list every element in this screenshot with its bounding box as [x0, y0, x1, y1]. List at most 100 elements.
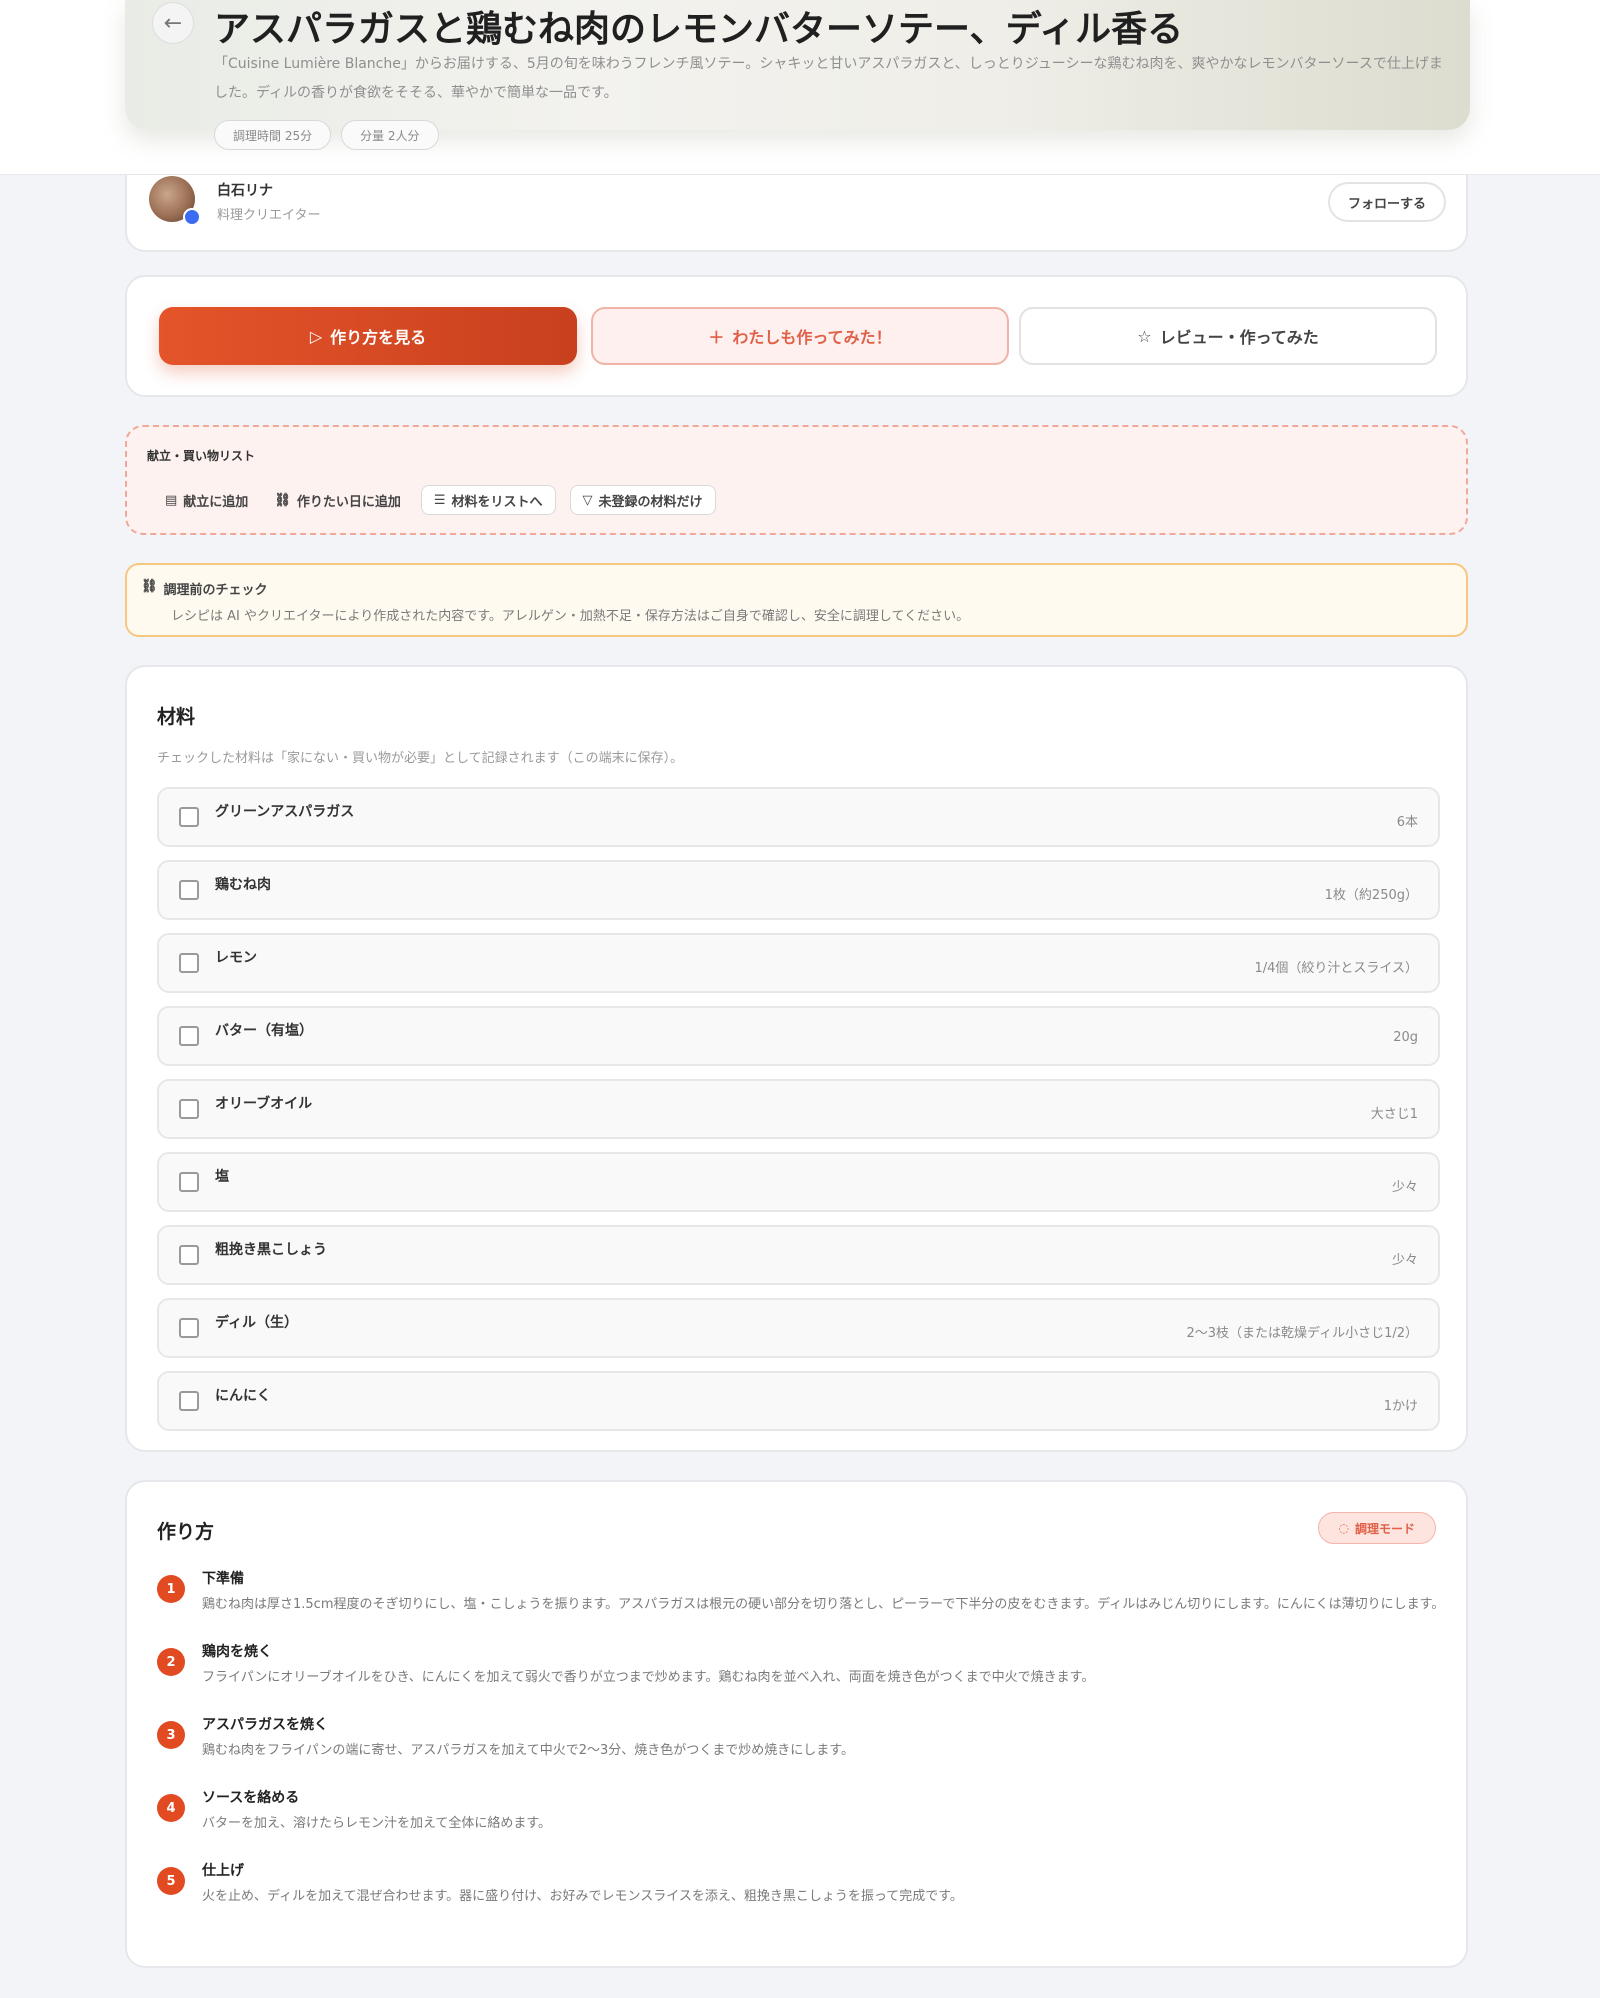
- view-steps-button[interactable]: ▷ 作り方を見る: [159, 307, 577, 365]
- pre-cook-check-text: レシピは AI やクリエイターにより作成された内容です。アレルゲン・加熱不足・保…: [171, 609, 970, 624]
- ingredient-checkbox[interactable]: [179, 1245, 199, 1265]
- servings-chip: 分量 2人分: [341, 120, 439, 150]
- add-to-shopping-list-label: 材料をリストへ: [451, 494, 543, 510]
- calendar-icon: ▤: [165, 492, 178, 508]
- back-button[interactable]: ←: [152, 2, 194, 44]
- ingredient-row[interactable]: 粗挽き黒こしょう 少々: [157, 1225, 1440, 1285]
- cook-mode-button[interactable]: ◌ 調理モード: [1317, 1512, 1436, 1544]
- link-icon: ⛓: [274, 492, 291, 508]
- ingredient-row[interactable]: ディル（生） 2〜3枝（または乾燥ディル小さじ1/2）: [157, 1298, 1440, 1358]
- step-title: 下準備: [202, 1571, 244, 1587]
- ingredients-card: 材料 チェックした材料は「家にない・買い物が必要」として記録されます（この端末に…: [125, 665, 1468, 1452]
- meal-plan-title: 献立・買い物リスト: [147, 449, 256, 463]
- step-item: 1 下準備 鶏むね肉は厚さ1.5cm程度のそぎ切りにし、塩・こしょうを振ります。…: [157, 1567, 1447, 1619]
- ingredient-row[interactable]: オリーブオイル 大さじ1: [157, 1079, 1440, 1139]
- play-icon: ▷: [309, 326, 323, 346]
- actions-card: ▷ 作り方を見る ＋ わたしも作ってみた！ ☆ レビュー・作ってみた: [125, 275, 1468, 397]
- meal-plan-actions: ▤ 献立に追加 ⛓ 作りたい日に追加 ☰ 材料をリストへ ▽ 未登録の材料だけ: [159, 485, 716, 515]
- recipe-description: 「Cuisine Lumière Blanche」からお届けする、5月の旬を味わ…: [214, 56, 1443, 101]
- step-item: 4 ソースを絡める バターを加え、溶けたらレモン汁を加えて全体に絡めます。: [157, 1786, 1447, 1838]
- ingredient-checkbox[interactable]: [179, 1318, 199, 1338]
- filter-unregistered-button[interactable]: ▽ 未登録の材料だけ: [569, 485, 716, 515]
- pre-cook-check-box: ⛓ 調理前のチェック レシピは AI やクリエイターにより作成された内容です。ア…: [125, 563, 1468, 637]
- ingredients-list: グリーンアスパラガス 6本 鶏むね肉 1枚（約250g） レモン 1/4個（絞り…: [157, 787, 1440, 1444]
- ingredient-quantity: 1/4個（絞り汁とスライス）: [1254, 961, 1418, 976]
- ingredient-name: ディル（生）: [215, 1315, 299, 1331]
- ingredient-row[interactable]: にんにく 1かけ: [157, 1371, 1440, 1431]
- ingredient-name: にんにく: [215, 1388, 271, 1404]
- ingredient-name: 鶏むね肉: [215, 877, 271, 893]
- ingredients-title: 材料: [157, 706, 196, 728]
- step-item: 3 アスパラガスを焼く 鶏むね肉をフライパンの端に寄せ、アスパラガスを加えて中火…: [157, 1713, 1447, 1765]
- step-number: 1: [157, 1575, 185, 1603]
- meal-plan-box: 献立・買い物リスト ▤ 献立に追加 ⛓ 作りたい日に追加 ☰ 材料をリストへ ▽…: [125, 425, 1468, 535]
- step-text: フライパンにオリーブオイルをひき、にんにくを加えて弱火で香りが立つまで炒めます。…: [202, 1670, 1095, 1685]
- ingredient-checkbox[interactable]: [179, 1391, 199, 1411]
- ingredient-quantity: 1枚（約250g）: [1324, 888, 1418, 903]
- add-to-plan-button[interactable]: ▤ 献立に追加: [159, 485, 254, 515]
- list-icon: ☰: [433, 492, 446, 508]
- filter-icon: ▽: [582, 492, 593, 508]
- ingredient-quantity: 大さじ1: [1370, 1107, 1418, 1122]
- steps-card: 作り方 ◌ 調理モード 1 下準備 鶏むね肉は厚さ1.5cm程度のそぎ切りにし、…: [125, 1480, 1468, 1968]
- ingredient-name: 粗挽き黒こしょう: [215, 1242, 327, 1258]
- ingredient-row[interactable]: レモン 1/4個（絞り汁とスライス）: [157, 933, 1440, 993]
- add-to-date-button[interactable]: ⛓ 作りたい日に追加: [268, 485, 407, 515]
- ingredient-name: レモン: [215, 950, 257, 966]
- view-steps-label: 作り方を見る: [330, 328, 427, 347]
- arrow-left-icon: ←: [163, 10, 183, 36]
- ingredient-checkbox[interactable]: [179, 1026, 199, 1046]
- ingredient-name: 塩: [215, 1169, 229, 1185]
- steps-list: 1 下準備 鶏むね肉は厚さ1.5cm程度のそぎ切りにし、塩・こしょうを振ります。…: [157, 1567, 1447, 1932]
- filter-unregistered-label: 未登録の材料だけ: [598, 494, 703, 510]
- review-button[interactable]: ☆ レビュー・作ってみた: [1019, 307, 1437, 365]
- ingredient-checkbox[interactable]: [179, 953, 199, 973]
- sticky-header: ← アスパラガスと鶏むね肉のレモンバターソテー、ディル香る 「Cuisine L…: [0, 0, 1600, 175]
- ingredient-quantity: 20g: [1393, 1030, 1418, 1045]
- add-to-shopping-list-button[interactable]: ☰ 材料をリストへ: [420, 485, 556, 515]
- follow-button[interactable]: フォローする: [1327, 182, 1446, 222]
- ingredient-name: オリーブオイル: [215, 1096, 313, 1112]
- steps-title: 作り方: [157, 1521, 215, 1543]
- ingredient-quantity: 2〜3枝（または乾燥ディル小さじ1/2）: [1186, 1326, 1418, 1341]
- pre-cook-check-title-text: 調理前のチェック: [163, 583, 268, 598]
- ingredient-row[interactable]: グリーンアスパラガス 6本: [157, 787, 1440, 847]
- cook-time-chip: 調理時間 25分: [214, 120, 332, 150]
- pre-cook-check-title: ⛓ 調理前のチェック: [141, 579, 268, 598]
- verified-badge-icon: [183, 208, 201, 226]
- recipe-meta-chips: 調理時間 25分 分量 2人分: [214, 120, 439, 150]
- ingredient-row[interactable]: バター（有塩） 20g: [157, 1006, 1440, 1066]
- headset-icon: ◌: [1338, 1521, 1349, 1535]
- ingredient-checkbox[interactable]: [179, 807, 199, 827]
- ingredient-row[interactable]: 鶏むね肉 1枚（約250g）: [157, 860, 1440, 920]
- i-made-it-label: わたしも作ってみた！: [732, 328, 892, 347]
- step-item: 2 鶏肉を焼く フライパンにオリーブオイルをひき、にんにくを加えて弱火で香りが立…: [157, 1640, 1447, 1692]
- step-title: 仕上げ: [202, 1863, 244, 1879]
- page-title: アスパラガスと鶏むね肉のレモンバターソテー、ディル香る: [214, 9, 1184, 50]
- star-icon: ☆: [1137, 326, 1152, 346]
- ingredient-quantity: 1かけ: [1383, 1399, 1418, 1414]
- step-text: バターを加え、溶けたらレモン汁を加えて全体に絡めます。: [202, 1816, 552, 1831]
- step-text: 鶏むね肉をフライパンの端に寄せ、アスパラガスを加えて中火で2〜3分、焼き色がつく…: [202, 1743, 854, 1758]
- step-number: 2: [157, 1648, 185, 1676]
- add-to-date-label: 作りたい日に追加: [296, 494, 401, 510]
- step-number: 3: [157, 1721, 185, 1749]
- ingredient-name: グリーンアスパラガス: [215, 804, 355, 820]
- i-made-it-button[interactable]: ＋ わたしも作ってみた！: [591, 307, 1009, 365]
- author-role: 料理クリエイター: [217, 208, 321, 223]
- step-title: アスパラガスを焼く: [202, 1717, 328, 1733]
- step-text: 火を止め、ディルを加えて混ぜ合わせます。器に盛り付け、お好みでレモンスライスを添…: [202, 1889, 963, 1904]
- plus-icon: ＋: [708, 328, 725, 347]
- cook-mode-label: 調理モード: [1354, 1521, 1415, 1536]
- step-title: ソースを絡める: [202, 1790, 300, 1806]
- step-title: 鶏肉を焼く: [202, 1644, 272, 1660]
- review-label: レビュー・作ってみた: [1159, 328, 1319, 347]
- step-number: 4: [157, 1794, 185, 1822]
- ingredient-quantity: 6本: [1396, 815, 1418, 830]
- ingredient-checkbox[interactable]: [179, 1172, 199, 1192]
- ingredient-row[interactable]: 塩 少々: [157, 1152, 1440, 1212]
- author-name[interactable]: 白石リナ: [217, 180, 273, 200]
- ingredient-quantity: 少々: [1391, 1180, 1418, 1195]
- ingredient-checkbox[interactable]: [179, 1099, 199, 1119]
- ingredient-checkbox[interactable]: [179, 880, 199, 900]
